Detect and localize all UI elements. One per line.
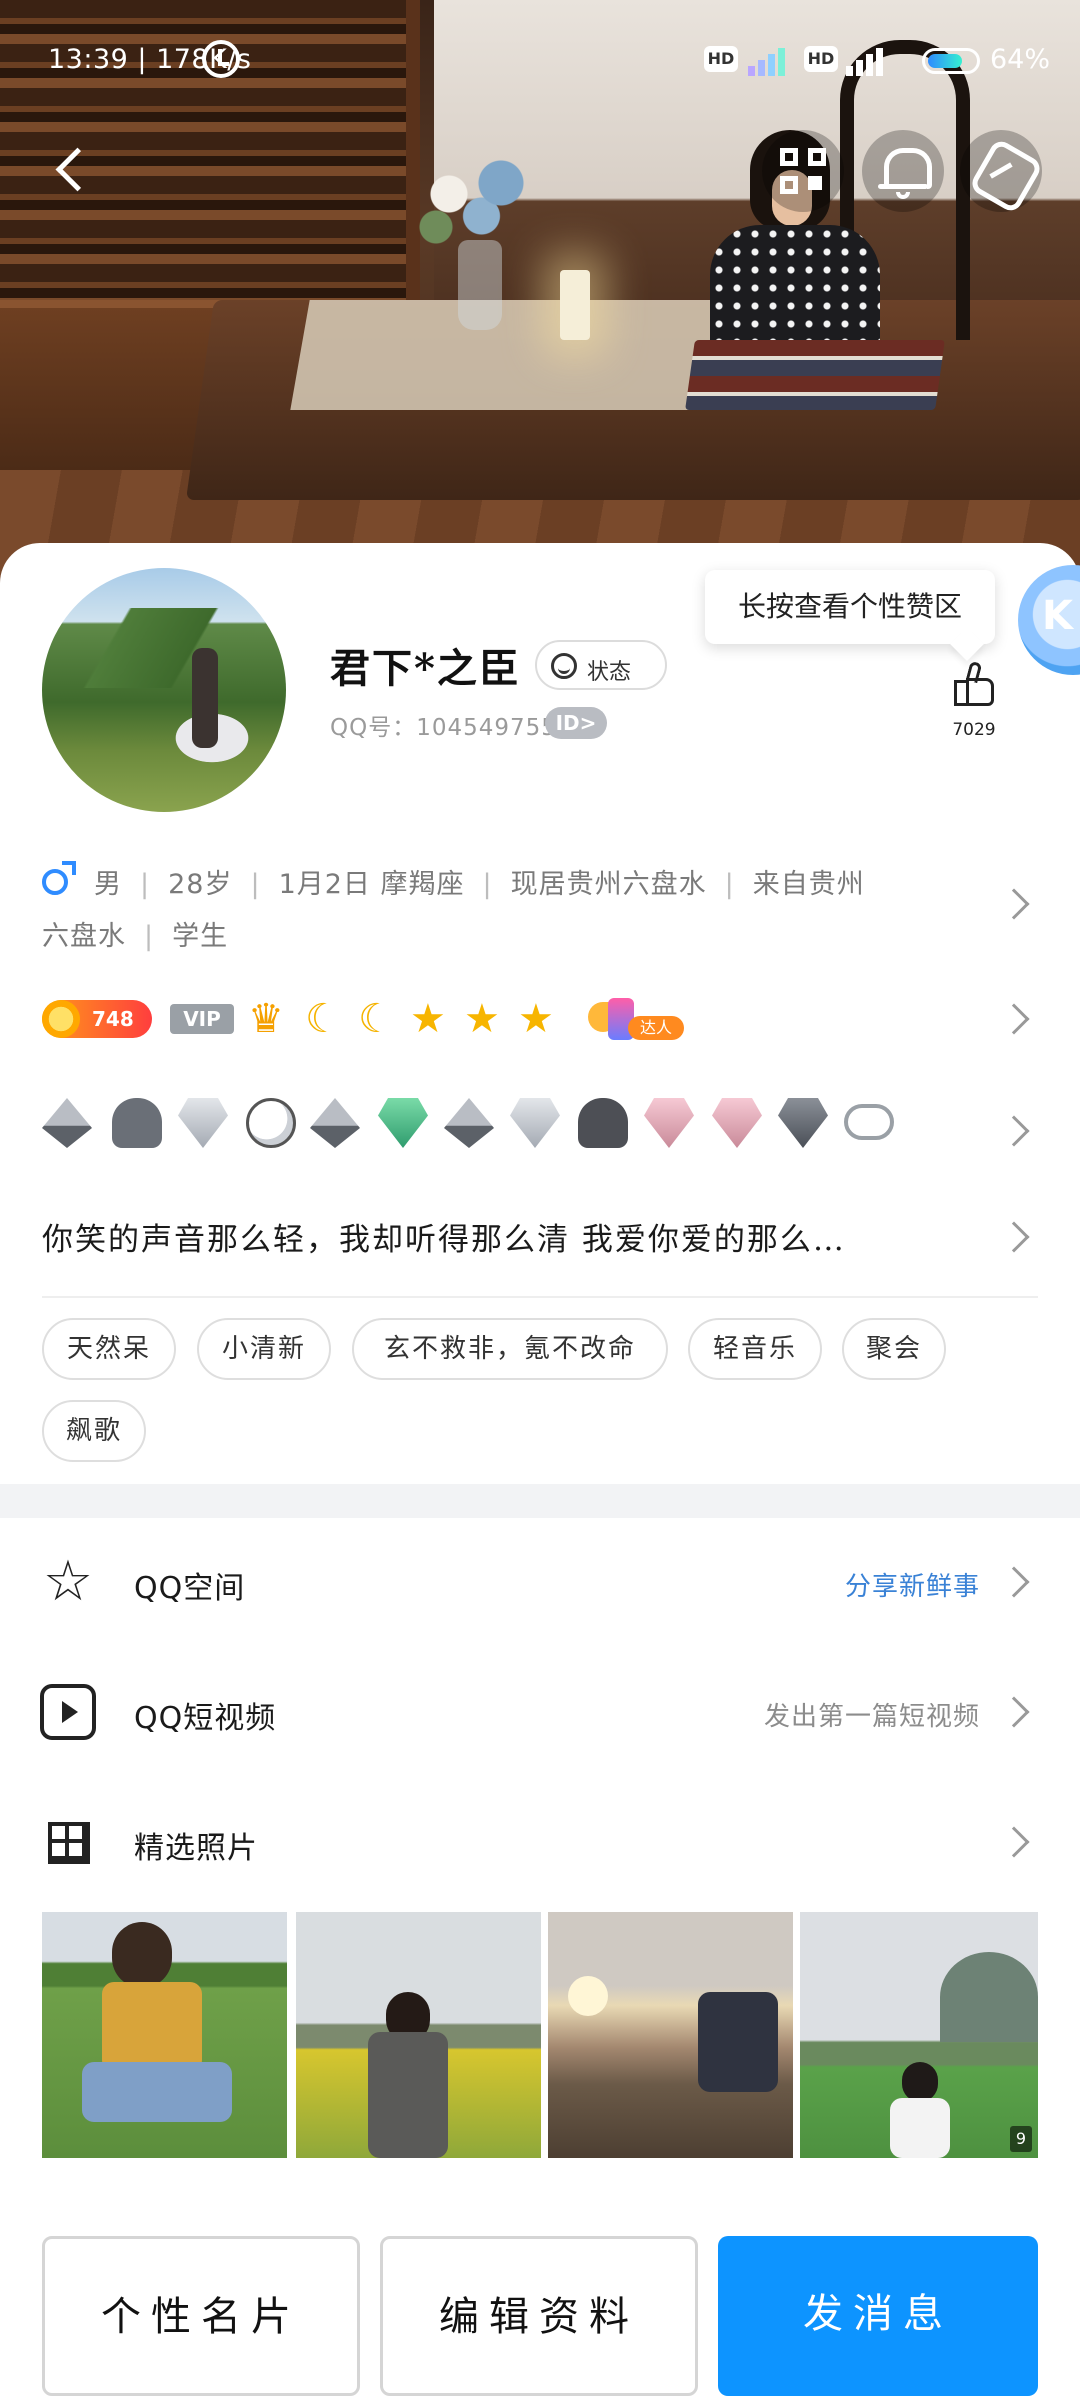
photos-label: 精选照片 [134, 1831, 258, 1866]
cover-candle [560, 270, 590, 340]
age: 28岁 [168, 869, 233, 900]
bell-icon[interactable] [862, 130, 944, 212]
penguin-medal-icon[interactable] [246, 1098, 296, 1148]
male-gender-icon [42, 861, 76, 895]
photo-thumbnail[interactable] [42, 1912, 287, 2158]
daren-label: 达人 [628, 1016, 684, 1040]
qzone-action[interactable]: 分享新鲜事 [845, 1566, 980, 1603]
vip-circle-letter: K [1042, 593, 1073, 639]
thumbs-up-icon[interactable] [950, 660, 996, 708]
separator: | [140, 869, 151, 900]
hd-badge: HD [704, 46, 738, 72]
id-badge[interactable]: ID> [545, 707, 607, 739]
tag[interactable]: 小清新 [197, 1318, 331, 1380]
sun-icon [42, 1000, 80, 1038]
occupation: 学生 [172, 921, 229, 952]
tag[interactable]: 玄不救非，氪不改命 [352, 1318, 668, 1380]
short-video-action[interactable]: 发出第一篇短视频 [764, 1696, 980, 1733]
signature[interactable]: 你笑的声音那么轻，我却听得那么清 我爱你爱的那么… [42, 1214, 846, 1259]
qzone-label: QQ空间 [134, 1571, 246, 1606]
signal-icon-2 [846, 44, 894, 76]
nickname: 君下*之臣 [330, 645, 521, 692]
profile-card-button[interactable]: 个性名片 [42, 2236, 360, 2396]
crown-icon: ♛ [248, 996, 284, 1042]
tag[interactable]: 飙歌 [42, 1400, 146, 1462]
moon-icon: ☾ [305, 996, 341, 1042]
battery-percent: 64% [990, 44, 1051, 75]
battery-icon [922, 48, 980, 74]
cover-books [685, 340, 945, 410]
cover-tablecloth [290, 300, 750, 410]
star-icon: ★ [518, 996, 554, 1042]
short-video-label: QQ短视频 [134, 1701, 277, 1736]
section-gap [0, 1484, 1080, 1518]
separator: | [724, 869, 735, 900]
star-icon: ☆ [42, 1549, 94, 1614]
status-button[interactable]: 状态 [535, 640, 667, 690]
hometown-city: 六盘水 [42, 921, 126, 952]
moon-icon: ☾ [358, 996, 394, 1042]
separator: | [144, 921, 155, 952]
vip-tag[interactable]: VIP [170, 1004, 234, 1034]
grid-icon [48, 1822, 90, 1864]
cover-photo[interactable] [0, 0, 1080, 600]
edit-profile-button[interactable]: 编辑资料 [380, 2236, 698, 2396]
profile-info-line-2[interactable]: 六盘水 | 学生 [42, 914, 228, 953]
birthday-zodiac: 1月2日 摩羯座 [278, 869, 465, 900]
location-current: 现居贵州六盘水 [510, 869, 707, 900]
star-icon: ★ [464, 996, 500, 1042]
photo-thumbnail[interactable] [548, 1912, 793, 2158]
separator: | [482, 869, 493, 900]
back-icon[interactable] [30, 130, 112, 212]
signal-icon [748, 44, 796, 76]
hometown-province: 来自贵州 [752, 869, 865, 900]
smile-icon [551, 653, 577, 679]
photo-thumbnail[interactable]: 9 [800, 1912, 1038, 2158]
cover-flowers [410, 150, 540, 260]
separator: | [250, 869, 261, 900]
status-bar: 13:39 | 178K/s HD HD 64% [0, 36, 1080, 86]
qr-code-icon[interactable] [762, 130, 844, 212]
level-badge[interactable]: 748 [42, 1000, 152, 1038]
like-count: 7029 [952, 720, 996, 740]
medal-icon[interactable] [112, 1098, 162, 1148]
video-icon [40, 1684, 96, 1740]
cloud-icon[interactable] [844, 1104, 894, 1140]
divider [42, 1296, 1038, 1298]
daren-badge[interactable]: 达人 [588, 996, 684, 1046]
send-message-button[interactable]: 发消息 [718, 2236, 1038, 2396]
status-label: 状态 [587, 660, 632, 685]
qq-number: QQ号：1045497550 [330, 715, 573, 741]
star-icon: ★ [410, 996, 446, 1042]
avatar[interactable] [42, 568, 286, 812]
gender: 男 [94, 869, 122, 900]
level-value: 748 [92, 1007, 134, 1031]
tag[interactable]: 天然呆 [42, 1318, 176, 1380]
alarm-icon [202, 40, 240, 78]
like-tooltip: 长按查看个性赞区 [705, 570, 995, 644]
crowned-medal-icon[interactable] [578, 1098, 628, 1148]
photo-count: 9 [1010, 2126, 1032, 2152]
tag[interactable]: 轻音乐 [688, 1318, 822, 1380]
hd-badge-2: HD [804, 46, 838, 72]
settings-hexagon-icon[interactable] [960, 130, 1042, 212]
profile-info-line-1[interactable]: 男 | 28岁 | 1月2日 摩羯座 | 现居贵州六盘水 | 来自贵州 [42, 861, 865, 901]
photo-thumbnail[interactable] [296, 1912, 541, 2158]
tag[interactable]: 聚会 [842, 1318, 946, 1380]
